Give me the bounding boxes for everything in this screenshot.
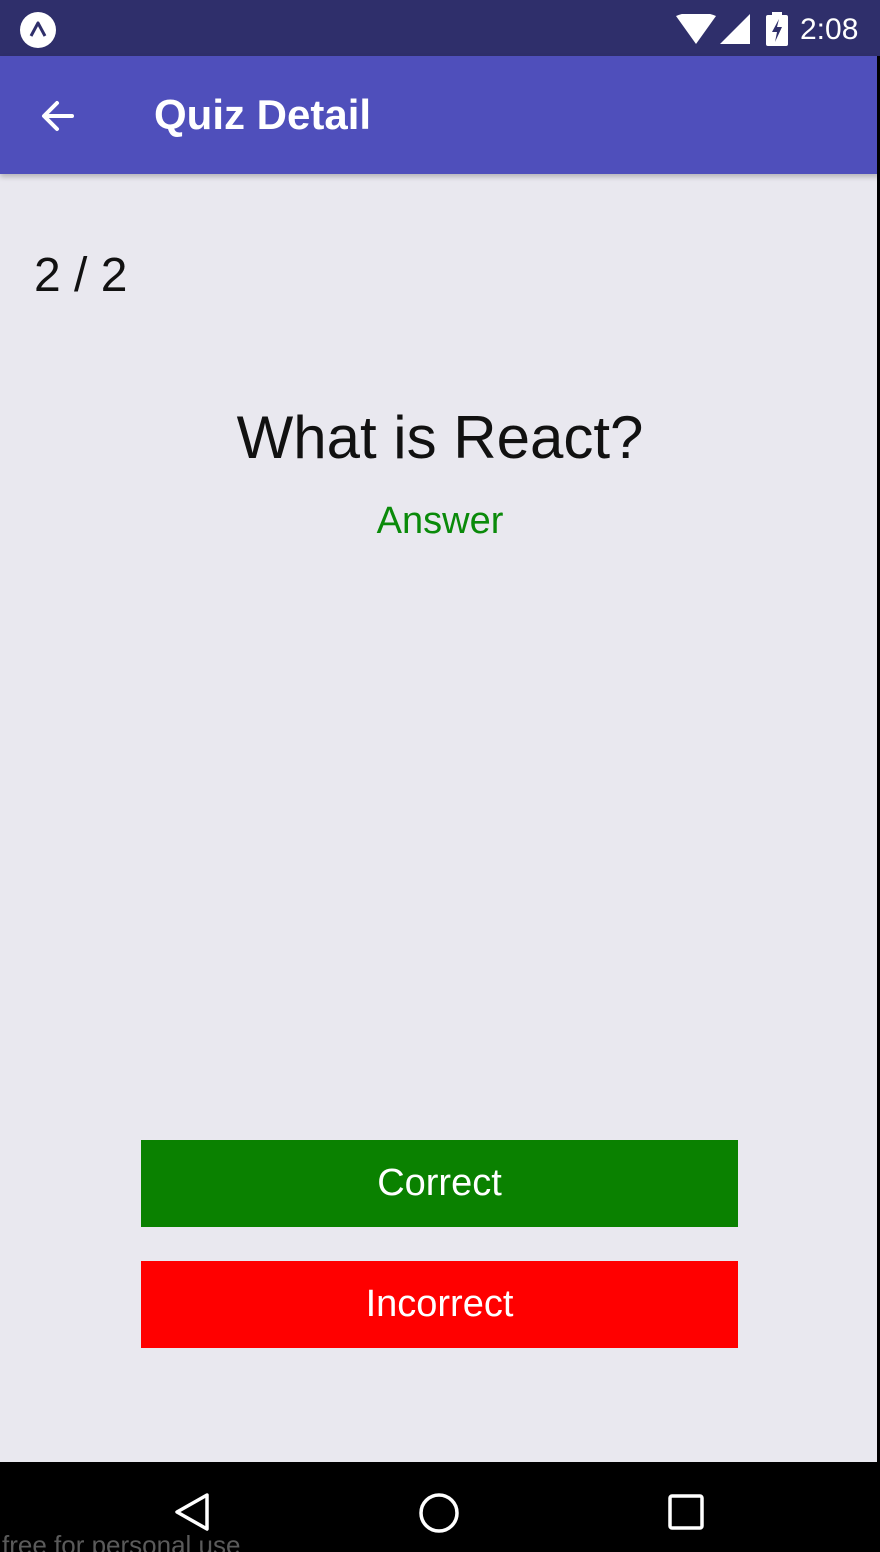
- question-text: What is React?: [236, 404, 644, 471]
- nav-back-icon[interactable]: [172, 1492, 212, 1532]
- cell-signal-icon: [720, 14, 750, 44]
- show-answer-toggle[interactable]: Answer: [340, 496, 540, 546]
- nav-home-icon[interactable]: [418, 1492, 460, 1534]
- expo-icon: [20, 12, 56, 48]
- nav-recents-icon[interactable]: [668, 1494, 704, 1530]
- watermark-text: free for personal use: [2, 1530, 241, 1552]
- back-button[interactable]: [28, 86, 88, 146]
- page-title: Quiz Detail: [154, 91, 372, 138]
- status-time: 2:08: [800, 13, 859, 46]
- app-screen: 2:08 Quiz Detail 2 / 2 What is React? An…: [0, 0, 880, 1552]
- app-bar: Quiz Detail: [0, 56, 880, 174]
- battery-charging-icon: [766, 12, 788, 46]
- incorrect-button[interactable]: Incorrect: [141, 1261, 738, 1348]
- correct-button[interactable]: Correct: [141, 1140, 738, 1227]
- arrow-left-icon: [42, 101, 74, 131]
- status-bar: 2:08: [0, 0, 880, 56]
- wifi-icon: [676, 14, 716, 44]
- quiz-progress: 2 / 2: [34, 249, 128, 302]
